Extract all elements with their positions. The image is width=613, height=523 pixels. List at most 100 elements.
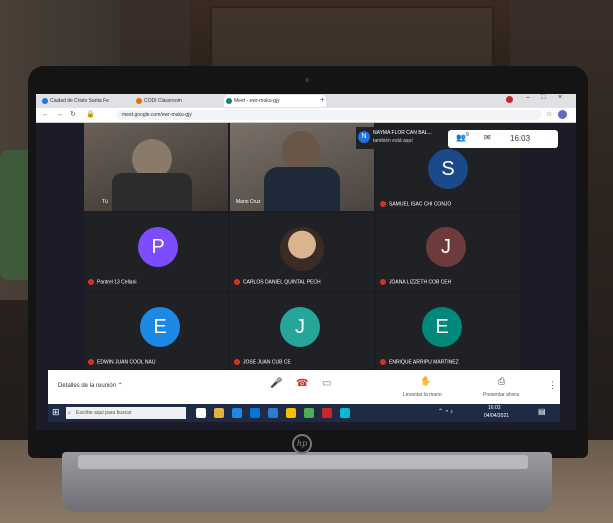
present-icon[interactable]: ⎙: [498, 376, 505, 387]
cabinet-glass: [210, 6, 494, 70]
edge-icon[interactable]: [232, 408, 242, 418]
meeting-details-button[interactable]: Detalles de la reunión ⌃: [58, 382, 123, 389]
new-tab-icon[interactable]: +: [320, 95, 325, 104]
participant-avatar: J: [426, 227, 466, 267]
mic-off-icon: [88, 278, 94, 285]
participant-count: 9: [466, 132, 469, 138]
join-notification: N NAYMA FLOR CAN BAL... también está aqu…: [356, 127, 440, 149]
participant-name: Tú: [102, 199, 108, 205]
browser-tab[interactable]: CODI Classroom: [134, 95, 232, 107]
participant-tile: P Pantrel 13 Cellani: [84, 213, 228, 291]
participant-video-body: [264, 167, 340, 211]
laptop-hinge: [78, 455, 528, 469]
notification-avatar: N: [358, 131, 370, 143]
participant-tile: J JOSE JUAN CUB CE: [230, 293, 374, 369]
raise-hand-icon[interactable]: ✋: [420, 376, 431, 387]
participant-label: JOSE JUAN CUB CE: [234, 358, 291, 365]
tab-favicon-icon: [226, 98, 232, 104]
participant-name: JOANA LIZZETH COB CEH: [389, 279, 452, 285]
app-icon[interactable]: [340, 408, 350, 418]
participant-name: SAMUEL ISAC CHI CONJO: [389, 201, 452, 207]
tab-favicon-icon: [42, 98, 48, 104]
app-icon[interactable]: [304, 408, 314, 418]
back-icon[interactable]: ←: [42, 110, 49, 120]
participant-name: Mario Cruz: [236, 199, 261, 205]
meet-bottom-bar: Detalles de la reunión ⌃ 🎤 ☎ ▭ ✋ Levanta…: [48, 370, 560, 404]
participant-name: CARLOS DANIEL QUINTAL PECH: [243, 279, 321, 285]
taskbar-clock-date: 04/04/2021: [484, 413, 510, 419]
taskbar-clock-time: 16:03: [488, 405, 501, 411]
notification-title: NAYMA FLOR CAN BAL...: [373, 130, 432, 136]
close-icon[interactable]: ×: [558, 94, 562, 101]
address-bar: ← → ↻ 🔒 meet.google.com/ewr-muku-gjy ☆: [36, 108, 576, 123]
browser-tab[interactable]: Ciudad de Cristo Santa Fe: [40, 95, 142, 107]
camera-icon[interactable]: ▭: [322, 378, 331, 389]
present-now-button[interactable]: Presentar ahora: [483, 392, 519, 398]
participant-name: Pantrel 13 Cellani: [97, 279, 137, 285]
participant-name: EDWIN JUAN COOL NAU: [97, 359, 156, 365]
participant-label: EDWIN JUAN COOL NAU: [88, 358, 156, 365]
search-icon: ⌕: [68, 410, 71, 416]
profile-icon[interactable]: [506, 96, 513, 103]
reload-icon[interactable]: ↻: [70, 110, 76, 120]
tab-label: CODI Classroom: [144, 98, 182, 104]
people-icon[interactable]: 👥: [456, 133, 466, 142]
participant-tile: Mario Cruz: [230, 123, 374, 211]
meeting-details-label: Detalles de la reunión: [58, 383, 117, 389]
participant-label: CARLOS DANIEL QUINTAL PECH: [234, 278, 321, 285]
notifications-icon[interactable]: ▤: [538, 407, 546, 416]
participant-photo: [280, 227, 324, 271]
mic-off-icon: [380, 278, 386, 285]
participant-label: ENRIQUE ARRIPU MARTINEZ: [380, 358, 459, 365]
meet-top-controls: 👥 9 ✉ 16:03: [448, 130, 558, 148]
participant-tile: J JOANA LIZZETH COB CEH: [376, 213, 520, 291]
mic-off-icon: [88, 358, 94, 365]
file-explorer-icon[interactable]: [214, 408, 224, 418]
mic-off-icon: [234, 278, 240, 285]
system-tray-icons[interactable]: ⌃ ◔ ♪: [438, 408, 453, 415]
participant-name: JOSE JUAN CUB CE: [243, 359, 291, 365]
end-call-icon[interactable]: ☎: [296, 378, 308, 389]
participant-tile-self: Tú: [84, 123, 228, 211]
taskbar-search-placeholder: Escribe aquí para buscar: [76, 410, 132, 416]
lock-icon: 🔒: [86, 111, 95, 118]
participant-avatar: J: [280, 307, 320, 347]
store-icon[interactable]: [250, 408, 260, 418]
app-icon[interactable]: [322, 408, 332, 418]
participant-video-body: [112, 173, 192, 211]
webcam: [305, 78, 309, 82]
more-options-icon[interactable]: ⋮: [548, 380, 557, 391]
account-icon[interactable]: [558, 110, 567, 119]
forward-icon[interactable]: →: [56, 110, 63, 120]
mic-off-icon: [380, 358, 386, 365]
participant-avatar: E: [422, 307, 462, 347]
participant-name: ENRIQUE ARRIPU MARTINEZ: [389, 359, 459, 365]
minimize-icon[interactable]: –: [526, 94, 530, 101]
maximize-icon[interactable]: □: [541, 94, 545, 101]
participant-label: JOANA LIZZETH COB CEH: [380, 278, 452, 285]
chat-icon[interactable]: ✉: [484, 133, 491, 142]
tab-label: Ciudad de Cristo Santa Fe: [50, 98, 109, 104]
participant-tile: E EDWIN JUAN COOL NAU: [84, 293, 228, 369]
star-icon[interactable]: ☆: [546, 110, 552, 120]
mic-off-icon: [234, 358, 240, 365]
participant-tile: E ENRIQUE ARRIPU MARTINEZ: [376, 293, 520, 369]
tab-label: Meet - ewr-muku-gjy: [234, 98, 280, 104]
tab-favicon-icon: [136, 98, 142, 104]
browser-tab-bar: Ciudad de Cristo Santa Fe CODI Classroom…: [36, 94, 576, 108]
windows-taskbar: ⊞ ⌕ Escribe aquí para buscar ⌃ ◔ ♪ 16:03…: [48, 404, 560, 422]
chrome-icon[interactable]: [286, 408, 296, 418]
participant-video: [282, 131, 320, 169]
raise-hand-label[interactable]: Levantar la mano: [403, 392, 442, 398]
taskbar-search-input[interactable]: ⌕ Escribe aquí para buscar: [66, 407, 186, 419]
mail-icon[interactable]: [268, 408, 278, 418]
url-field[interactable]: meet.google.com/ewr-muku-gjy: [116, 110, 542, 120]
mic-icon[interactable]: 🎤: [270, 378, 282, 389]
task-view-icon[interactable]: [196, 408, 206, 418]
notification-subtitle: también está aquí: [373, 138, 413, 144]
participant-label: SAMUEL ISAC CHI CONJO: [380, 200, 452, 207]
participant-avatar: P: [138, 227, 178, 267]
browser-tab-active[interactable]: Meet - ewr-muku-gjy: [224, 95, 326, 107]
participant-tile: CARLOS DANIEL QUINTAL PECH: [230, 213, 374, 291]
windows-start-icon[interactable]: ⊞: [52, 407, 60, 418]
